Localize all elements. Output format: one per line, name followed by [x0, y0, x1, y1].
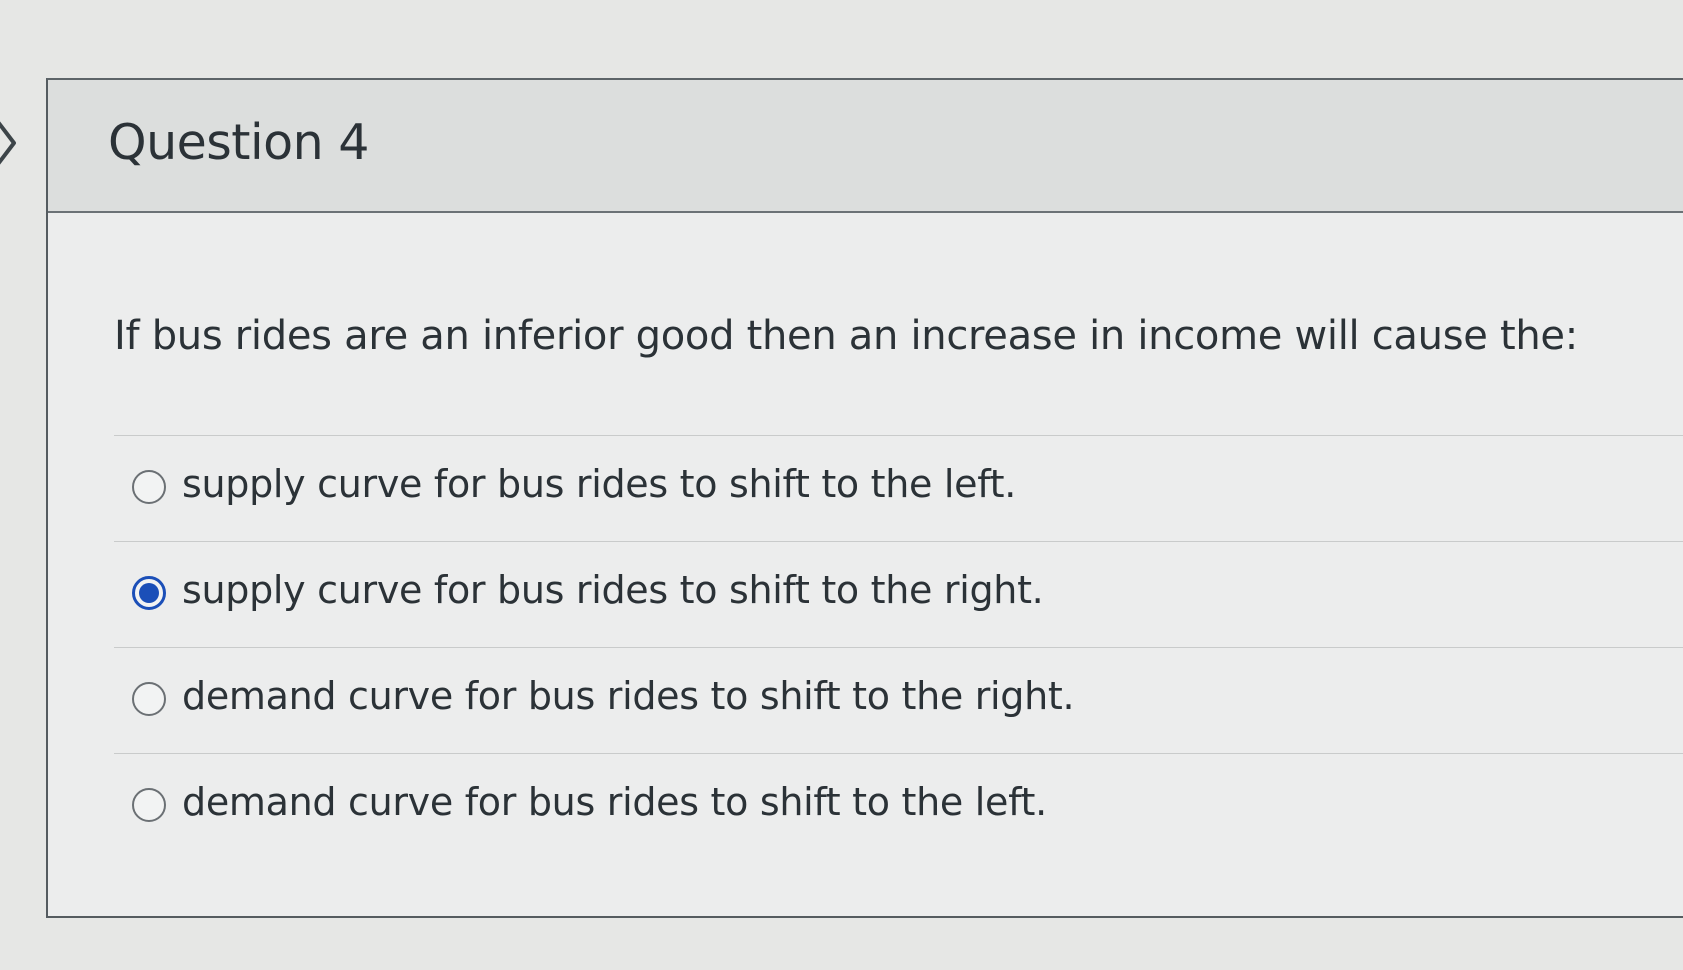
answer-label[interactable]: supply curve for bus rides to shift to t…: [182, 568, 1044, 612]
answer-option-1[interactable]: supply curve for bus rides to shift to t…: [114, 435, 1683, 541]
radio-button[interactable]: [132, 470, 166, 504]
answer-label[interactable]: supply curve for bus rides to shift to t…: [182, 462, 1016, 506]
question-card: Question 4 If bus rides are an inferior …: [46, 78, 1683, 918]
radio-button[interactable]: [132, 682, 166, 716]
question-title: Question 4: [108, 114, 369, 171]
answer-option-4[interactable]: demand curve for bus rides to shift to t…: [114, 753, 1683, 859]
answer-list: supply curve for bus rides to shift to t…: [114, 435, 1683, 859]
answer-label[interactable]: demand curve for bus rides to shift to t…: [182, 780, 1047, 824]
radio-button[interactable]: [132, 576, 166, 610]
answer-option-3[interactable]: demand curve for bus rides to shift to t…: [114, 647, 1683, 753]
radio-button[interactable]: [132, 788, 166, 822]
question-header: Question 4: [48, 80, 1683, 213]
answer-label[interactable]: demand curve for bus rides to shift to t…: [182, 674, 1075, 718]
question-text: If bus rides are an inferior good then a…: [114, 313, 1578, 359]
chevron-right-icon[interactable]: [0, 118, 20, 168]
answer-option-2[interactable]: supply curve for bus rides to shift to t…: [114, 541, 1683, 647]
